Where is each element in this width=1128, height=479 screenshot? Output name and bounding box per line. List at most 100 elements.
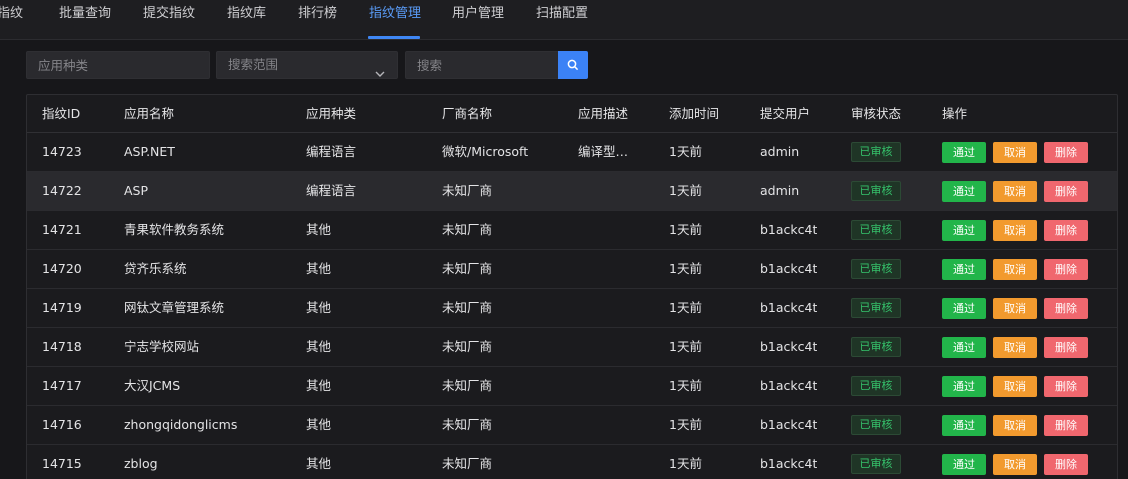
delete-button[interactable]: 删除	[1044, 376, 1088, 397]
cancel-button[interactable]: 取消	[993, 220, 1037, 241]
table-row: 14715 zblog 其他 未知厂商 1天前 b1ackc4t 已审核 通过 …	[27, 445, 1117, 479]
scope-select-label: 搜索范围	[228, 57, 279, 72]
cell-added: 1天前	[669, 222, 702, 237]
table-row: 14723 ASP.NET 编程语言 微软/Microsoft 编译型… 1天前…	[27, 133, 1117, 172]
status-badge: 已审核	[851, 454, 901, 474]
cancel-button[interactable]: 取消	[993, 142, 1037, 163]
cell-name: ASP.NET	[124, 144, 175, 159]
cell-user: b1ackc4t	[760, 339, 818, 354]
table-row: 14717 大汉JCMS 其他 未知厂商 1天前 b1ackc4t 已审核 通过…	[27, 367, 1117, 406]
cancel-button[interactable]: 取消	[993, 298, 1037, 319]
pass-button[interactable]: 通过	[942, 337, 986, 358]
delete-button[interactable]: 删除	[1044, 142, 1088, 163]
cell-added: 1天前	[669, 378, 702, 393]
top-navigation: 指纹 批量查询 提交指纹 指纹库 排行榜 指纹管理 用户管理 扫描配置	[0, 0, 1128, 40]
cell-added: 1天前	[669, 300, 702, 315]
cancel-button[interactable]: 取消	[993, 181, 1037, 202]
cell-vendor: 未知厂商	[442, 378, 493, 393]
category-input[interactable]	[26, 51, 210, 79]
pass-button[interactable]: 通过	[942, 454, 986, 475]
delete-button[interactable]: 删除	[1044, 298, 1088, 319]
chevron-down-icon	[375, 61, 385, 87]
header-app-desc: 应用描述	[578, 106, 629, 121]
pass-button[interactable]: 通过	[942, 298, 986, 319]
nav-item-fingerprint-management[interactable]: 指纹管理	[369, 0, 421, 40]
header-app-name: 应用名称	[124, 106, 175, 121]
filter-bar: 搜索范围	[0, 40, 1128, 94]
status-badge: 已审核	[851, 142, 901, 162]
nav-item-scan-config[interactable]: 扫描配置	[536, 0, 588, 40]
header-added-time: 添加时间	[669, 106, 720, 121]
table-row: 14721 青果软件教务系统 其他 未知厂商 1天前 b1ackc4t 已审核 …	[27, 211, 1117, 250]
nav-item-submit-fingerprint[interactable]: 提交指纹	[143, 0, 195, 40]
delete-button[interactable]: 删除	[1044, 259, 1088, 280]
cell-category: 编程语言	[306, 144, 357, 159]
status-badge: 已审核	[851, 298, 901, 318]
cell-id: 14720	[42, 261, 82, 276]
active-tab-indicator	[368, 36, 420, 39]
cell-category: 编程语言	[306, 183, 357, 198]
pass-button[interactable]: 通过	[942, 415, 986, 436]
pass-button[interactable]: 通过	[942, 181, 986, 202]
status-badge: 已审核	[851, 415, 901, 435]
cell-category: 其他	[306, 222, 332, 237]
header-submit-user: 提交用户	[760, 106, 811, 121]
scope-select[interactable]: 搜索范围	[216, 51, 398, 79]
cell-category: 其他	[306, 339, 332, 354]
fingerprint-table: 指纹ID 应用名称 应用种类 厂商名称 应用描述 添加时间 提交用户 审核状态 …	[26, 94, 1118, 479]
status-badge: 已审核	[851, 220, 901, 240]
cell-user: b1ackc4t	[760, 378, 818, 393]
delete-button[interactable]: 删除	[1044, 415, 1088, 436]
cell-id: 14715	[42, 456, 82, 471]
pass-button[interactable]: 通过	[942, 142, 986, 163]
search-button[interactable]	[558, 51, 588, 79]
delete-button[interactable]: 删除	[1044, 337, 1088, 358]
nav-item-user-management[interactable]: 用户管理	[452, 0, 504, 40]
cell-category: 其他	[306, 456, 332, 471]
category-field[interactable]	[38, 52, 209, 78]
delete-button[interactable]: 删除	[1044, 181, 1088, 202]
header-app-category: 应用种类	[306, 106, 357, 121]
cell-category: 其他	[306, 261, 332, 276]
cancel-button[interactable]: 取消	[993, 376, 1037, 397]
cell-desc: 编译型…	[578, 144, 629, 159]
search-input[interactable]	[417, 52, 558, 78]
cancel-button[interactable]: 取消	[993, 337, 1037, 358]
nav-item-batch-query[interactable]: 批量查询	[59, 0, 111, 40]
cell-name: ASP	[124, 183, 149, 198]
header-review-status: 审核状态	[851, 106, 902, 121]
nav-item-fingerprint[interactable]: 指纹	[0, 0, 23, 40]
cell-category: 其他	[306, 300, 332, 315]
cell-id: 14719	[42, 300, 82, 315]
header-fingerprint-id: 指纹ID	[42, 106, 81, 121]
cell-name: 宁志学校网站	[124, 339, 200, 354]
cell-name: 青果软件教务系统	[124, 222, 225, 237]
cell-user: b1ackc4t	[760, 456, 818, 471]
cell-id: 14717	[42, 378, 82, 393]
pass-button[interactable]: 通过	[942, 259, 986, 280]
table-row: 14719 网钛文章管理系统 其他 未知厂商 1天前 b1ackc4t 已审核 …	[27, 289, 1117, 328]
table-row: 14716 zhongqidonglicms 其他 未知厂商 1天前 b1ack…	[27, 406, 1117, 445]
nav-item-fingerprint-library[interactable]: 指纹库	[227, 0, 266, 40]
cell-vendor: 未知厂商	[442, 261, 493, 276]
cell-category: 其他	[306, 378, 332, 393]
header-vendor: 厂商名称	[442, 106, 493, 121]
cell-vendor: 微软/Microsoft	[442, 144, 529, 159]
header-actions: 操作	[942, 106, 968, 121]
cell-vendor: 未知厂商	[442, 222, 493, 237]
cancel-button[interactable]: 取消	[993, 259, 1037, 280]
cell-vendor: 未知厂商	[442, 456, 493, 471]
table-row: 14718 宁志学校网站 其他 未知厂商 1天前 b1ackc4t 已审核 通过…	[27, 328, 1117, 367]
cell-added: 1天前	[669, 456, 702, 471]
cancel-button[interactable]: 取消	[993, 415, 1037, 436]
table-header: 指纹ID 应用名称 应用种类 厂商名称 应用描述 添加时间 提交用户 审核状态 …	[27, 95, 1117, 133]
delete-button[interactable]: 删除	[1044, 454, 1088, 475]
cell-user: b1ackc4t	[760, 261, 818, 276]
pass-button[interactable]: 通过	[942, 220, 986, 241]
delete-button[interactable]: 删除	[1044, 220, 1088, 241]
pass-button[interactable]: 通过	[942, 376, 986, 397]
nav-item-leaderboard[interactable]: 排行榜	[298, 0, 337, 40]
search-box[interactable]	[405, 51, 559, 79]
cancel-button[interactable]: 取消	[993, 454, 1037, 475]
cell-vendor: 未知厂商	[442, 339, 493, 354]
